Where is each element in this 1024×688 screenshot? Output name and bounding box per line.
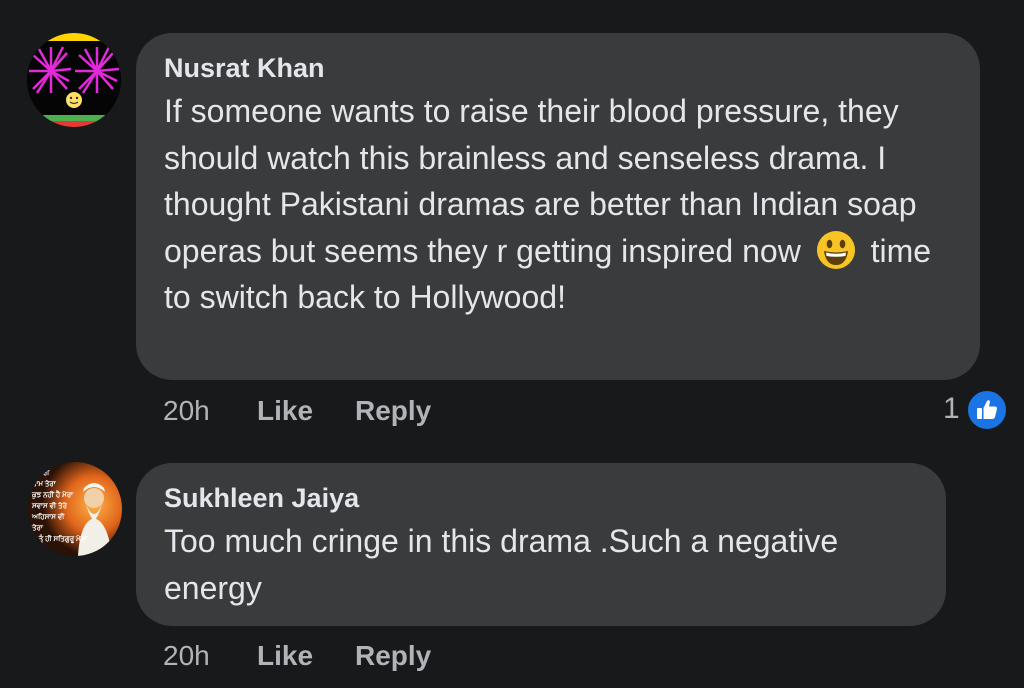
- avatar-caption-line: ਕੁਝ ਨਹੀਂ ਹੈ ਮੇਰਾ: [32, 492, 74, 499]
- thumbs-up-icon[interactable]: [965, 388, 1009, 432]
- comment-item: ਤੇ ਤੇਰੀ ਨਾਮ ਤੇਰਾ ਕੁਝ ਨਹੀਂ ਹੈ ਮੇਰਾ ਸਵਾਸ ਵ…: [0, 440, 1024, 688]
- comment-timestamp[interactable]: 20h: [163, 640, 210, 672]
- comment-timestamp[interactable]: 20h: [163, 395, 210, 427]
- comment-author[interactable]: Sukhleen Jaiya: [164, 483, 359, 514]
- comment-text-part: If someone wants to raise their blood pr…: [164, 93, 917, 269]
- avatar-caption-line: ਸਵਾਸ ਵੀ ਤੇਰੇ: [32, 503, 67, 510]
- avatar-caption: ਤੇ ਤੇਰੀ ਨਾਮ ਤੇਰਾ ਕੁਝ ਨਹੀਂ ਹੈ ਮੇਰਾ ਸਵਾਸ ਵ…: [32, 468, 92, 545]
- grinning-face-emoji-icon: [816, 230, 856, 270]
- comment-bubble: Sukhleen Jaiya Too much cringe in this d…: [136, 463, 946, 626]
- avatar-caption-line: ਤੇ ਤੇਰੀ: [32, 470, 50, 477]
- comment-text: Too much cringe in this drama .Such a ne…: [164, 523, 839, 606]
- comment-bubble: Nusrat Khan If someone wants to raise th…: [136, 33, 980, 380]
- avatar-caption-line: ਕੁੱ ਤੂੰ ਹੀ ਸਤਿਗੁਰੂ ਮੇਰਾ: [32, 536, 87, 543]
- comment-author[interactable]: Nusrat Khan: [164, 53, 325, 84]
- guru-portrait-avatar-icon[interactable]: ਤੇ ਤੇਰੀ ਨਾਮ ਤੇਰਾ ਕੁਝ ਨਹੀਂ ਹੈ ਮੇਰਾ ਸਵਾਸ ਵ…: [28, 462, 122, 556]
- reply-button[interactable]: Reply: [355, 640, 431, 672]
- avatar-caption-line: ਤੇਰਾ: [32, 525, 43, 532]
- like-button[interactable]: Like: [257, 395, 313, 427]
- comment-text: If someone wants to raise their blood pr…: [164, 88, 964, 321]
- avatar-caption-line: ਨਾਮ ਤੇਰਾ: [32, 481, 56, 488]
- avatar-caption-line: ਅਹਿਸਾਸ ਵੀ: [32, 514, 65, 521]
- like-button[interactable]: Like: [257, 640, 313, 672]
- reply-button[interactable]: Reply: [355, 395, 431, 427]
- comment-item: Nusrat Khan If someone wants to raise th…: [0, 0, 1024, 440]
- fireworks-avatar-icon[interactable]: [27, 33, 121, 127]
- reaction-count[interactable]: 1: [943, 392, 960, 426]
